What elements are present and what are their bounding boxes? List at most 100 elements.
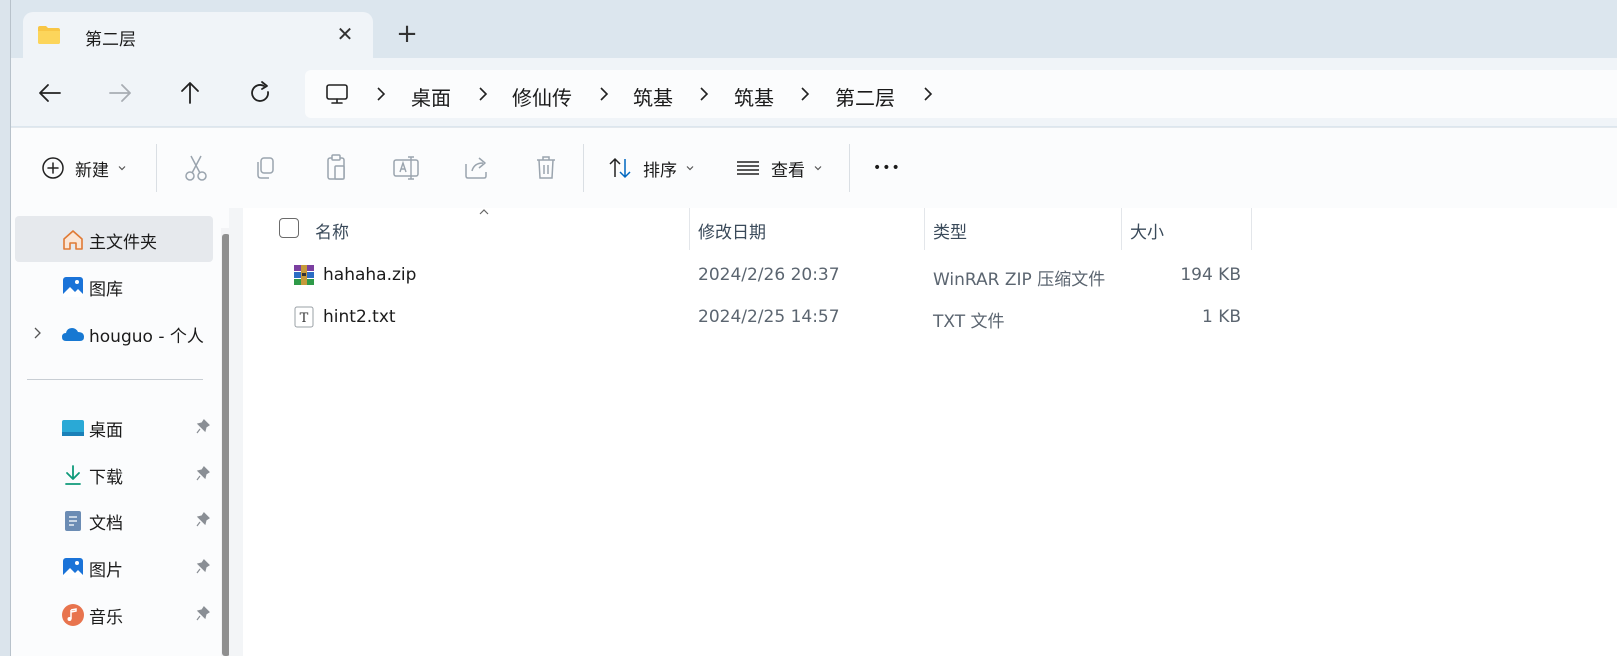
refresh-icon[interactable] bbox=[245, 78, 275, 108]
file-explorer-window: 第二层 ✕ + 桌面 修仙传 筑基 筑基 第二层 新建 排序 查看 ••• 主文… bbox=[10, 0, 1617, 656]
toolbar-divider bbox=[156, 144, 157, 192]
breadcrumb-chevron-icon[interactable] bbox=[799, 84, 811, 104]
address-bar[interactable]: 桌面 修仙传 筑基 筑基 第二层 bbox=[305, 70, 1617, 118]
more-options-icon[interactable]: ••• bbox=[873, 150, 901, 186]
sort-button[interactable]: 排序 bbox=[607, 150, 695, 186]
pin-icon[interactable] bbox=[195, 511, 211, 529]
chevron-down-icon bbox=[118, 166, 126, 171]
paste-icon[interactable] bbox=[321, 150, 351, 186]
sidebar-item-documents[interactable]: 文档 bbox=[15, 497, 213, 543]
gallery-icon bbox=[63, 277, 83, 297]
column-header-type[interactable]: 类型 bbox=[933, 218, 967, 243]
breadcrumb-chevron-icon[interactable] bbox=[922, 84, 934, 104]
pin-icon[interactable] bbox=[195, 465, 211, 483]
onedrive-cloud-icon bbox=[62, 328, 84, 341]
sidebar-item-gallery[interactable]: 图库 bbox=[15, 263, 213, 309]
sidebar-item-label: 图片 bbox=[89, 561, 123, 581]
svg-text:T: T bbox=[300, 311, 309, 326]
desktop-icon bbox=[62, 420, 84, 436]
file-name: hahaha.zip bbox=[323, 265, 417, 285]
column-header-row: 名称 修改日期 类型 大小 bbox=[243, 208, 1253, 250]
home-icon bbox=[63, 230, 83, 250]
breadcrumb-chevron-icon[interactable] bbox=[698, 84, 710, 104]
view-button[interactable]: 查看 bbox=[735, 150, 823, 186]
chevron-right-icon[interactable] bbox=[33, 324, 43, 342]
delete-icon[interactable] bbox=[531, 150, 561, 186]
sidebar-item-label: 桌面 bbox=[89, 421, 123, 441]
sidebar-divider bbox=[27, 379, 203, 380]
folder-icon bbox=[38, 26, 60, 44]
sidebar-item-label: houguo - 个人 bbox=[89, 327, 204, 347]
toolbar-divider bbox=[849, 144, 850, 192]
sort-ascending-icon bbox=[479, 209, 489, 215]
up-arrow-icon[interactable] bbox=[175, 78, 205, 108]
column-header-name[interactable]: 名称 bbox=[315, 218, 349, 243]
cut-icon[interactable] bbox=[181, 150, 211, 186]
download-icon bbox=[65, 465, 81, 485]
close-tab-icon[interactable]: ✕ bbox=[333, 22, 357, 46]
text-file-icon: T bbox=[294, 306, 314, 328]
file-modified-date: 2024/2/25 14:57 bbox=[698, 307, 840, 327]
toolbar-divider bbox=[583, 144, 584, 192]
sidebar-item-label: 下载 bbox=[89, 468, 123, 488]
tab-strip: 第二层 ✕ + bbox=[11, 0, 1617, 60]
column-divider[interactable] bbox=[1251, 208, 1252, 250]
forward-arrow-icon[interactable] bbox=[105, 78, 135, 108]
pin-icon[interactable] bbox=[195, 418, 211, 436]
sidebar-item-label: 音乐 bbox=[89, 608, 123, 628]
file-size: 1 KB bbox=[1201, 307, 1241, 327]
back-arrow-icon[interactable] bbox=[35, 78, 65, 108]
add-circle-icon bbox=[42, 157, 64, 179]
file-row[interactable]: T hint2.txt 2024/2/25 14:57 TXT 文件 1 KB bbox=[243, 298, 1253, 338]
column-header-size[interactable]: 大小 bbox=[1130, 218, 1164, 243]
column-header-modified[interactable]: 修改日期 bbox=[698, 218, 766, 243]
pin-icon[interactable] bbox=[195, 605, 211, 623]
breadcrumb-chevron-icon[interactable] bbox=[598, 84, 610, 104]
sidebar-item-desktop[interactable]: 桌面 bbox=[15, 404, 213, 450]
breadcrumb-item-current[interactable]: 第二层 bbox=[835, 82, 895, 111]
file-list: 名称 修改日期 类型 大小 hahaha.zip 2024/2/26 20:37… bbox=[243, 208, 1617, 656]
file-row[interactable]: hahaha.zip 2024/2/26 20:37 WinRAR ZIP 压缩… bbox=[243, 256, 1253, 296]
file-type: TXT 文件 bbox=[933, 312, 1005, 332]
sidebar-item-label: 文档 bbox=[89, 514, 123, 534]
sidebar-item-label: 图库 bbox=[89, 280, 123, 300]
column-divider[interactable] bbox=[924, 208, 925, 250]
file-type: WinRAR ZIP 压缩文件 bbox=[933, 270, 1106, 290]
share-icon[interactable] bbox=[461, 150, 491, 186]
sort-arrows-icon bbox=[609, 157, 631, 179]
column-divider[interactable] bbox=[1121, 208, 1122, 250]
command-toolbar: 新建 排序 查看 ••• bbox=[11, 127, 1617, 209]
file-modified-date: 2024/2/26 20:37 bbox=[698, 265, 840, 285]
new-button-label: 新建 bbox=[75, 160, 109, 181]
copy-icon[interactable] bbox=[251, 150, 281, 186]
pin-icon[interactable] bbox=[195, 558, 211, 576]
pane-splitter[interactable] bbox=[229, 208, 244, 656]
tab-current[interactable]: 第二层 ✕ bbox=[23, 12, 373, 60]
chevron-down-icon bbox=[814, 166, 822, 171]
sidebar-item-downloads[interactable]: 下载 bbox=[15, 451, 213, 497]
view-button-label: 查看 bbox=[771, 160, 805, 181]
sidebar-item-pictures[interactable]: 图片 bbox=[15, 544, 213, 590]
new-tab-button[interactable]: + bbox=[393, 20, 421, 48]
breadcrumb-item-xiuxianzhuan[interactable]: 修仙传 bbox=[512, 82, 572, 111]
this-pc-icon[interactable] bbox=[325, 82, 349, 106]
sidebar-item-music[interactable]: 音乐 bbox=[15, 591, 213, 637]
rename-icon[interactable] bbox=[391, 150, 421, 186]
breadcrumb-chevron-icon[interactable] bbox=[477, 84, 489, 104]
select-all-checkbox[interactable] bbox=[279, 218, 299, 238]
breadcrumb-item-desktop[interactable]: 桌面 bbox=[411, 82, 451, 111]
file-name: hint2.txt bbox=[323, 307, 396, 327]
breadcrumb-item-zhuji-1[interactable]: 筑基 bbox=[633, 82, 673, 111]
breadcrumb-chevron-icon[interactable] bbox=[375, 84, 387, 104]
sidebar-item-home[interactable]: 主文件夹 bbox=[15, 216, 213, 262]
navigation-bar: 桌面 修仙传 筑基 筑基 第二层 bbox=[11, 58, 1617, 126]
pictures-icon bbox=[63, 558, 83, 578]
breadcrumb-item-zhuji-2[interactable]: 筑基 bbox=[734, 82, 774, 111]
sidebar-item-onedrive[interactable]: houguo - 个人 bbox=[15, 310, 213, 356]
winrar-zip-icon bbox=[294, 265, 314, 285]
document-icon bbox=[65, 511, 81, 531]
column-divider[interactable] bbox=[689, 208, 690, 250]
sidebar-item-label: 主文件夹 bbox=[89, 233, 157, 253]
view-lines-icon bbox=[737, 161, 759, 175]
new-button[interactable]: 新建 bbox=[41, 150, 127, 186]
